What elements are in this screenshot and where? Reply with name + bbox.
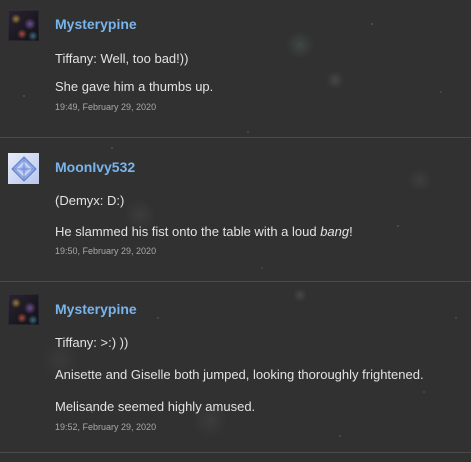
timestamp: 19:52, February 29, 2020: [55, 422, 157, 432]
message-line: Melisande seemed highly amused.: [55, 399, 256, 414]
comment-body: Mysterypine Tiffany: Well, too bad!)) Sh…: [55, 15, 463, 113]
message-line: She gave him a thumbs up.: [55, 79, 214, 94]
timestamp: 19:50, February 29, 2020: [55, 246, 157, 256]
avatar[interactable]: [8, 10, 39, 41]
username-link[interactable]: Mysterypine: [55, 300, 463, 318]
timestamp: 19:49, February 29, 2020: [55, 102, 157, 112]
avatar[interactable]: [8, 294, 39, 325]
message-line: Tiffany: >:) )): [55, 335, 129, 350]
message-line: Anisette and Giselle both jumped, lookin…: [55, 367, 424, 382]
message-text: !: [349, 224, 353, 239]
message-line: He slammed his fist onto the table with …: [55, 223, 463, 240]
crystal-icon: [10, 155, 37, 182]
message-line: (Demyx: D:): [55, 193, 125, 208]
avatar[interactable]: [8, 153, 39, 184]
username-link[interactable]: MoonIvy532: [55, 158, 463, 176]
message-line: Tiffany: Well, too bad!)): [55, 51, 189, 66]
comment-body: MoonIvy532 (Demyx: D:) He slammed his fi…: [55, 158, 463, 257]
comment-body: Mysterypine Tiffany: >:) )) Anisette and…: [55, 300, 463, 433]
username-link[interactable]: Mysterypine: [55, 15, 463, 33]
message-text: He slammed his fist onto the table with …: [55, 224, 321, 239]
emphasis-text: bang: [320, 224, 350, 239]
